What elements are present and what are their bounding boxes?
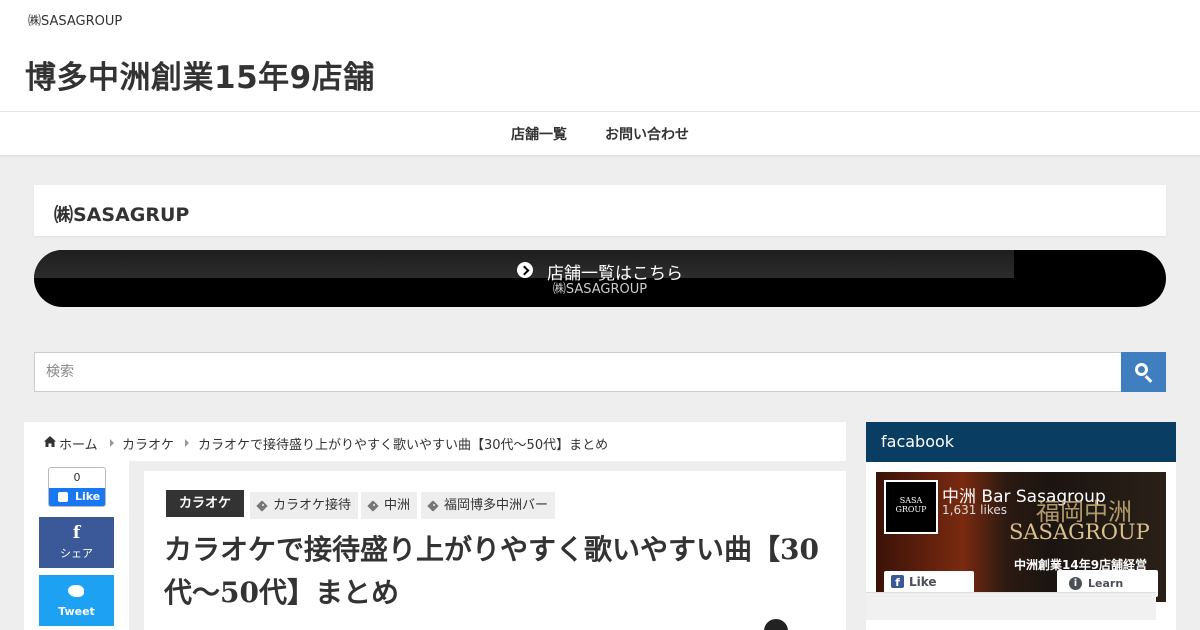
twitter-share-label: Tweet: [58, 605, 95, 618]
site-tagline: ㈱SASAGROUP: [28, 14, 123, 29]
site-header: ㈱SASAGROUP 博多中洲創業15年9店舗: [0, 0, 1200, 112]
breadcrumb: ホーム カラオケ カラオケで接待盛り上がりやすく歌いやすい曲【30代～50代】ま…: [24, 422, 846, 461]
sidebar-widget-title: facabook: [866, 422, 1176, 462]
facebook-like-label: Like: [75, 490, 101, 503]
tag-fukuoka-bar[interactable]: 福岡博多中洲バー: [421, 492, 556, 519]
search-icon-handle: [1144, 375, 1153, 383]
nav-item-contact[interactable]: お問い合わせ: [605, 124, 689, 144]
notice-box: ㈱SASAGRUP: [34, 185, 1166, 236]
chevron-right-icon: [185, 439, 189, 447]
sidebar-widget: SASA GROUP 中洲 Bar Sasagroup 1,631 likes …: [866, 462, 1176, 630]
twitter-share-button[interactable]: Tweet: [39, 575, 114, 626]
facebook-like-widget[interactable]: 0 Like: [48, 467, 106, 507]
facebook-page-plugin[interactable]: SASA GROUP 中洲 Bar Sasagroup 1,631 likes …: [876, 472, 1166, 602]
facebook-share-button[interactable]: f シェア: [39, 517, 114, 568]
promo-text-brand: SASAGROUP: [1009, 520, 1150, 544]
home-icon: [44, 436, 56, 447]
chevron-right-icon: [110, 439, 114, 447]
twitter-icon: [68, 585, 84, 597]
main-nav: 店舗一覧 お問い合わせ: [0, 112, 1200, 155]
tag-nakasu[interactable]: 中洲: [361, 492, 418, 519]
facebook-like-button[interactable]: Like: [49, 488, 105, 506]
banner-sub-text: ㈱SASAGROUP: [552, 282, 648, 297]
page-likes: 1,631 likes: [942, 503, 1007, 517]
thumbs-up-icon: [58, 492, 68, 502]
facebook-share-label: シェア: [60, 547, 93, 560]
article-title: カラオケで接待盛り上がりやすく歌いやすい曲【30代～50代】まとめ: [164, 533, 819, 609]
breadcrumb-home[interactable]: ホーム: [59, 434, 98, 453]
tag-karaoke-entertain[interactable]: カラオケ接待: [250, 492, 359, 519]
page-logo[interactable]: SASA GROUP: [884, 480, 938, 534]
breadcrumb-category[interactable]: カラオケ: [122, 434, 174, 453]
chevron-circle-right-icon: [517, 262, 533, 278]
site-title[interactable]: 博多中洲創業15年9店舗: [25, 52, 375, 97]
search-button[interactable]: [1121, 352, 1166, 392]
notice-text: ㈱SASAGRUP: [54, 204, 190, 226]
avatar: [764, 619, 788, 630]
like-page-button[interactable]: Like Page: [884, 571, 974, 602]
search-input[interactable]: [34, 352, 1122, 392]
facebook-icon: f: [72, 523, 81, 543]
nav-item-stores[interactable]: 店舗一覧: [511, 124, 567, 144]
category-badge[interactable]: カラオケ: [166, 490, 245, 517]
facebook-feed-strip: [866, 592, 1156, 620]
breadcrumb-current: カラオケで接待盛り上がりやすく歌いやすい曲【30代～50代】まとめ: [198, 438, 609, 453]
store-list-banner[interactable]: 店舗一覧はこちら ㈱SASAGROUP: [34, 250, 1166, 307]
like-count: 0: [73, 471, 81, 484]
article-card: カラオケ カラオケ接待 中洲 福岡博多中洲バー カラオケで接待盛り上がりやすく歌…: [144, 471, 846, 630]
share-buttons: 0 Like f シェア Tweet: [24, 452, 129, 630]
